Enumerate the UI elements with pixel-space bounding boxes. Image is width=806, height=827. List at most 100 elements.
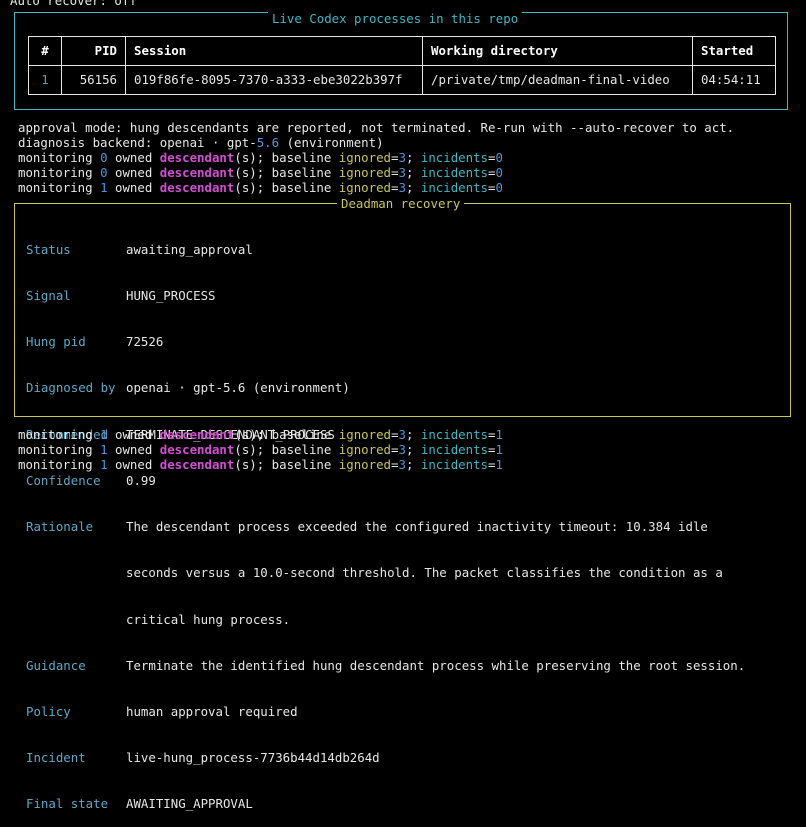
incidents-key: incidents — [420, 442, 489, 457]
field-label: Incident — [26, 750, 86, 766]
monitor-word: ; — [405, 180, 421, 195]
field-label: Diagnosed by — [26, 380, 116, 396]
monitor-word: owned — [107, 442, 160, 457]
ignored-key: ignored — [338, 165, 392, 180]
ignored-key: ignored — [338, 427, 392, 442]
field-value: 0.99 — [126, 472, 156, 488]
field-label: Rationale — [26, 519, 94, 535]
row-session: 019f86fe-8095-7370-a333-ebe3022b397f — [125, 65, 423, 95]
field-value: The descendant process exceeded the conf… — [126, 519, 708, 535]
owned-count: 1 — [100, 442, 108, 457]
table-row[interactable]: 1 56156 019f86fe-8095-7370-a333-ebe3022b… — [28, 65, 776, 95]
owned-count: 0 — [100, 165, 108, 180]
incidents-key: incidents — [420, 150, 489, 165]
monitor-word: (s); baseline — [234, 457, 339, 472]
incidents-value: 1 — [495, 457, 503, 472]
field-value: AWAITING_APPROVAL — [126, 796, 253, 812]
row-pid: 56156 — [61, 65, 126, 95]
incidents-value: 0 — [495, 180, 503, 195]
ignored-value: 3 — [398, 165, 406, 180]
ignored-value: 3 — [398, 150, 406, 165]
field-row-confidence: Confidence 0.99 — [26, 473, 745, 488]
ignored-key: ignored — [338, 180, 392, 195]
monitor-word: (s); baseline — [234, 165, 339, 180]
field-label: Hung pid — [26, 334, 86, 350]
descendant-word: descendant — [159, 457, 235, 472]
field-value: awaiting_approval — [126, 241, 253, 257]
monitor-line: monitoring 1 owned descendant(s); baseli… — [18, 457, 503, 472]
ignored-value: 3 — [398, 442, 406, 457]
field-row-status: Status awaiting_approval — [26, 242, 745, 257]
monitor-word: ; — [405, 150, 421, 165]
col-header-num: # — [28, 36, 62, 66]
owned-count: 1 — [100, 180, 108, 195]
field-row-guidance: Guidance Terminate the identified hung de… — [26, 658, 745, 673]
field-row-signal: Signal HUNG_PROCESS — [26, 288, 745, 303]
row-started: 04:54:11 — [692, 65, 776, 95]
incidents-value: 0 — [495, 150, 503, 165]
field-row-rationale-cont: seconds versus a 10.0-second threshold. … — [26, 565, 745, 580]
monitor-word: owned — [107, 165, 160, 180]
field-row-policy: Policy human approval required — [26, 704, 745, 719]
incidents-value: 1 — [495, 442, 503, 457]
codex-panel-title: Live Codex processes in this repo — [268, 11, 523, 27]
monitor-word: ; — [405, 442, 421, 457]
auto-recover-line: Auto recover: off — [10, 0, 137, 8]
approval-mode-line: approval mode: hung descendants are repo… — [18, 120, 735, 135]
monitor-word: monitoring — [18, 165, 101, 180]
col-header-started: Started — [692, 36, 776, 66]
monitor-word: owned — [107, 180, 160, 195]
process-table: # PID Session Working directory Started … — [28, 36, 776, 95]
field-row-rationale-cont: critical hung process. — [26, 612, 745, 627]
field-row-hung-pid: Hung pid 72526 — [26, 334, 745, 349]
field-value: seconds versus a 10.0-second threshold. … — [126, 565, 723, 581]
incidents-value: 0 — [495, 165, 503, 180]
field-value: live-hung_process-7736b44d14db264d — [126, 750, 380, 766]
field-value: 72526 — [126, 334, 164, 350]
col-header-pid: PID — [61, 36, 126, 66]
monitor-word: (s); baseline — [234, 427, 339, 442]
incidents-key: incidents — [420, 165, 489, 180]
owned-count: 1 — [100, 457, 108, 472]
descendant-word: descendant — [159, 427, 235, 442]
incidents-value: 1 — [495, 427, 503, 442]
ignored-value: 3 — [398, 427, 406, 442]
field-label: Confidence — [26, 472, 101, 488]
monitor-line: monitoring 1 owned descendant(s); baseli… — [18, 442, 503, 457]
field-value: human approval required — [126, 704, 298, 719]
field-label: Status — [26, 241, 71, 257]
monitor-line: monitoring 0 owned descendant(s); baseli… — [18, 150, 503, 165]
monitor-line: monitoring 1 owned descendant(s); baseli… — [18, 427, 503, 442]
col-header-session: Session — [125, 36, 423, 66]
field-row-rationale: Rationale The descendant process exceeded… — [26, 519, 745, 534]
incidents-key: incidents — [420, 427, 489, 442]
monitor-word: (s); baseline — [234, 180, 339, 195]
monitor-line: monitoring 0 owned descendant(s); baseli… — [18, 165, 503, 180]
field-value: openai · gpt-5.6 (environment) — [126, 380, 350, 396]
col-header-dir: Working directory — [422, 36, 693, 66]
descendant-word: descendant — [159, 442, 235, 457]
diag-suffix: (environment) — [279, 135, 384, 150]
ignored-value: 3 — [398, 457, 406, 472]
field-value: critical hung process. — [126, 611, 291, 627]
descendant-word: descendant — [159, 180, 235, 195]
field-value: Terminate the identified hung descendant… — [126, 657, 746, 673]
monitor-word: (s); baseline — [234, 150, 339, 165]
ignored-value: 3 — [398, 180, 406, 195]
monitor-word: (s); baseline — [234, 442, 339, 457]
monitor-word: monitoring — [18, 150, 101, 165]
monitor-word: ; — [405, 457, 421, 472]
monitor-word: owned — [107, 427, 160, 442]
incidents-key: incidents — [420, 457, 489, 472]
row-num: 1 — [28, 65, 62, 95]
descendant-word: descendant — [159, 165, 235, 180]
field-row-incident: Incident live-hung_process-7736b44d14db26… — [26, 750, 745, 765]
diag-prefix: diagnosis backend: openai · gpt- — [18, 135, 257, 150]
monitor-word: owned — [107, 150, 160, 165]
owned-count: 0 — [100, 150, 108, 165]
monitor-word: ; — [405, 427, 421, 442]
field-row-final-state: Final state AWAITING_APPROVAL — [26, 796, 745, 811]
table-header-row: # PID Session Working directory Started — [28, 36, 776, 66]
ignored-key: ignored — [338, 442, 392, 457]
row-dir: /private/tmp/deadman-final-video — [422, 65, 693, 95]
